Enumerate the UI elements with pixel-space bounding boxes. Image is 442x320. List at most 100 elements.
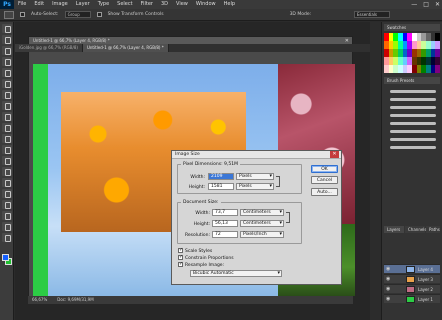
- show-transform-checkbox[interactable]: [96, 12, 102, 17]
- menu-file[interactable]: File: [14, 0, 30, 9]
- brush-preset-item[interactable]: [390, 90, 436, 93]
- shape-tool-icon[interactable]: [1, 211, 12, 220]
- constrain-proportions-label: Constrain Proportions: [185, 256, 234, 261]
- resample-image-checkbox[interactable]: Resample Image:: [178, 261, 224, 269]
- menu-edit[interactable]: Edit: [30, 0, 48, 9]
- path-selection-tool-icon[interactable]: [1, 200, 12, 209]
- tab-layers[interactable]: Layers: [384, 226, 404, 233]
- brush-preset-item[interactable]: [390, 122, 436, 125]
- pixel-width-unit-select[interactable]: Pixels: [236, 173, 274, 180]
- resolution-input[interactable]: 72: [212, 231, 238, 238]
- maximize-button[interactable]: □: [423, 0, 429, 9]
- auto-select-dropdown[interactable]: Group: [64, 11, 91, 18]
- doc-height-unit-select[interactable]: Centimeters: [240, 220, 284, 227]
- constrain-proportions-checkbox[interactable]: Constrain Proportions: [178, 254, 234, 262]
- document-tabs: iGolden.jpg @ 66,7% (RGB/8) Untitled-1 @…: [15, 44, 370, 52]
- brush-preset-item[interactable]: [390, 114, 436, 117]
- tab-channels[interactable]: Channels: [405, 226, 427, 233]
- color-swatch[interactable]: [435, 49, 440, 57]
- color-swatch[interactable]: [435, 41, 440, 49]
- close-window-button[interactable]: ✕: [435, 0, 440, 9]
- auto-button[interactable]: Auto...: [311, 188, 338, 196]
- doc-width-input[interactable]: 73,7: [212, 209, 238, 216]
- eyedropper-tool-icon[interactable]: [1, 79, 12, 88]
- menu-layer[interactable]: Layer: [72, 0, 94, 9]
- scale-styles-label: Scale Styles: [185, 249, 213, 254]
- visibility-eye-icon[interactable]: ◉: [386, 285, 390, 294]
- menu-select[interactable]: Select: [113, 0, 136, 9]
- workspace-dropdown[interactable]: Essentials: [354, 11, 390, 18]
- menu-view[interactable]: View: [172, 0, 192, 9]
- zoom-tool-icon[interactable]: [1, 233, 12, 242]
- brush-preset-item[interactable]: [390, 138, 436, 141]
- blur-tool-icon[interactable]: [1, 156, 12, 165]
- tab-paths[interactable]: Paths: [426, 226, 440, 233]
- color-swatch[interactable]: [435, 33, 440, 41]
- type-tool-icon[interactable]: [1, 189, 12, 198]
- layer-thumbnail: [406, 266, 415, 273]
- visibility-eye-icon[interactable]: ◉: [386, 295, 390, 304]
- document-size-legend: Document Size:: [181, 200, 221, 205]
- brush-preset-item[interactable]: [390, 130, 436, 133]
- document-link-bracket: [286, 212, 290, 223]
- lasso-tool-icon[interactable]: [1, 46, 12, 55]
- resolution-unit-select[interactable]: Pixels/Inch: [240, 231, 284, 238]
- visibility-eye-icon[interactable]: ◉: [386, 265, 390, 274]
- pixel-height-input[interactable]: 1581: [208, 183, 234, 190]
- tab-brush-presets[interactable]: Brush Presets: [384, 77, 440, 84]
- brush-tool-icon[interactable]: [1, 101, 12, 110]
- image-size-dialog: Image Size ✕ Pixel Dimensions: 9,51M Wid…: [171, 150, 342, 285]
- visibility-eye-icon[interactable]: ◉: [386, 275, 390, 284]
- dodge-tool-icon[interactable]: [1, 167, 12, 176]
- layer-row[interactable]: ◉ Layer 2: [384, 284, 440, 293]
- foreground-color-swatch[interactable]: [2, 254, 9, 261]
- cancel-button[interactable]: Cancel: [311, 176, 338, 184]
- menu-help[interactable]: Help: [220, 0, 239, 9]
- color-swatch[interactable]: [435, 65, 440, 73]
- zoom-level[interactable]: 66,67%: [32, 296, 47, 304]
- layer-row[interactable]: ◉ Layer 1: [384, 294, 440, 303]
- auto-select-checkbox[interactable]: [20, 12, 25, 17]
- pen-tool-icon[interactable]: [1, 178, 12, 187]
- menu-image[interactable]: Image: [48, 0, 72, 9]
- doc-height-input[interactable]: 56,13: [212, 220, 238, 227]
- color-swatch[interactable]: [435, 57, 440, 65]
- layer-name: Layer 1: [418, 297, 433, 302]
- tools-panel: [0, 22, 14, 320]
- clone-stamp-tool-icon[interactable]: [1, 112, 12, 121]
- resample-method-select[interactable]: Bicubic Automatic: [190, 270, 282, 277]
- constrain-check-icon: [178, 254, 183, 260]
- doc-height-label: Height:: [193, 222, 210, 227]
- tab-document-active[interactable]: Untitled-1 @ 66,7% (Layer 4, RGB/8) *: [82, 44, 169, 52]
- pixel-height-unit-select[interactable]: Pixels: [236, 183, 274, 190]
- history-brush-tool-icon[interactable]: [1, 123, 12, 132]
- healing-brush-tool-icon[interactable]: [1, 90, 12, 99]
- hand-tool-icon[interactable]: [1, 222, 12, 231]
- layer-row[interactable]: ◉ Layer 4: [384, 264, 440, 273]
- layer-row[interactable]: ◉ Layer 3: [384, 274, 440, 283]
- ok-button[interactable]: OK: [311, 165, 338, 173]
- eraser-tool-icon[interactable]: [1, 134, 12, 143]
- doc-width-unit-select[interactable]: Centimeters: [240, 209, 284, 216]
- brush-preset-item[interactable]: [390, 98, 436, 101]
- tab-document[interactable]: iGolden.jpg @ 66,7% (RGB/8): [15, 44, 83, 52]
- gradient-tool-icon[interactable]: [1, 145, 12, 154]
- resample-check-icon: [178, 261, 183, 267]
- move-tool-icon[interactable]: [1, 24, 12, 33]
- menu-filter[interactable]: Filter: [137, 0, 157, 9]
- quick-select-tool-icon[interactable]: [1, 57, 12, 66]
- menu-3d[interactable]: 3D: [157, 0, 172, 9]
- brush-preset-item[interactable]: [390, 146, 436, 149]
- tab-swatches[interactable]: Swatches: [384, 24, 440, 31]
- green-layer-strip: [33, 64, 48, 296]
- brush-preset-item[interactable]: [390, 106, 436, 109]
- move-tool-icon[interactable]: [4, 10, 14, 19]
- menu-type[interactable]: Type: [94, 0, 113, 9]
- marquee-tool-icon[interactable]: [1, 35, 12, 44]
- dialog-close-button[interactable]: ✕: [330, 151, 339, 158]
- minimize-button[interactable]: —: [411, 0, 417, 9]
- crop-tool-icon[interactable]: [1, 68, 12, 77]
- menu-window[interactable]: Window: [192, 0, 220, 9]
- photoshop-logo: Ps: [0, 0, 14, 9]
- pixel-width-input[interactable]: 2109: [208, 173, 234, 180]
